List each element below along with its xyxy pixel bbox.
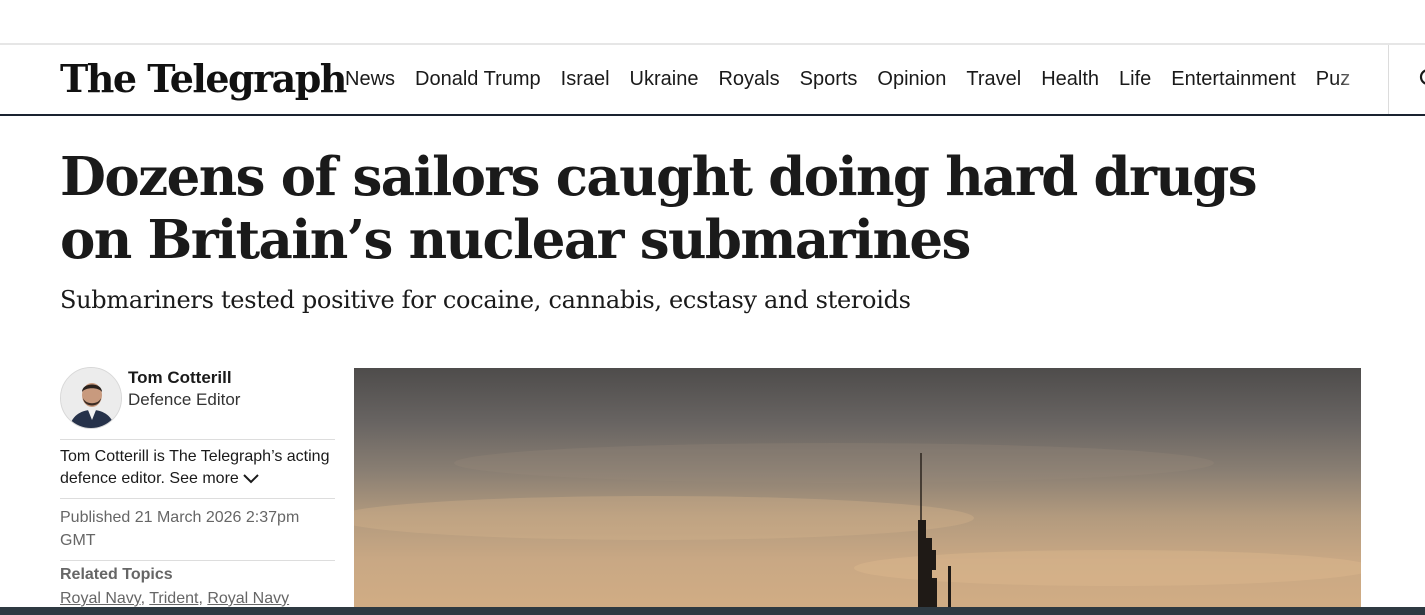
author-name[interactable]: Tom Cotterill bbox=[128, 368, 232, 388]
nav-item-health[interactable]: Health bbox=[1041, 68, 1099, 91]
author-avatar[interactable] bbox=[60, 367, 122, 429]
nav-item-sports[interactable]: Sports bbox=[800, 68, 858, 91]
nav-item-ukraine[interactable]: Ukraine bbox=[630, 68, 699, 91]
nav-items: News Donald Trump Israel Ukraine Royals … bbox=[345, 45, 1370, 114]
related-topic-link[interactable]: Trident bbox=[149, 590, 198, 607]
published-date: Published 21 March 2026 2:37pm GMT bbox=[60, 509, 300, 549]
nav-divider bbox=[1388, 45, 1389, 114]
top-bar bbox=[0, 0, 1425, 45]
main-navigation: The Telegraph News Donald Trump Israel U… bbox=[0, 45, 1425, 116]
search-icon[interactable] bbox=[1416, 67, 1425, 91]
related-topic-link[interactable]: Royal Navy bbox=[60, 590, 141, 607]
related-topics-title: Related Topics bbox=[60, 566, 173, 583]
nav-item-travel[interactable]: Travel bbox=[966, 68, 1021, 91]
nav-item-life[interactable]: Life bbox=[1119, 68, 1151, 91]
author-bio: Tom Cotterill is The Telegraph’s acting … bbox=[60, 446, 335, 490]
telegraph-logo[interactable]: The Telegraph bbox=[60, 55, 347, 103]
nav-item-news[interactable]: News bbox=[345, 68, 395, 91]
divider bbox=[60, 439, 335, 440]
nav-item-israel[interactable]: Israel bbox=[561, 68, 610, 91]
nav-item-donald-trump[interactable]: Donald Trump bbox=[415, 68, 541, 91]
chevron-down-icon bbox=[243, 474, 259, 484]
article-headline: Dozens of sailors caught doing hard drug… bbox=[60, 146, 1258, 271]
author-role: Defence Editor bbox=[128, 390, 241, 409]
nav-item-opinion[interactable]: Opinion bbox=[877, 68, 946, 91]
nav-overflow-fade bbox=[1336, 45, 1388, 114]
see-more-button[interactable]: See more bbox=[169, 470, 259, 487]
see-more-label: See more bbox=[169, 470, 239, 487]
bottom-bar bbox=[0, 607, 1425, 615]
submarine-silhouette bbox=[354, 443, 1361, 615]
divider bbox=[60, 498, 335, 499]
nav-item-entertainment[interactable]: Entertainment bbox=[1171, 68, 1296, 91]
related-topics-list: Royal Navy, Trident, Royal Navy bbox=[60, 590, 290, 607]
related-topic-link[interactable]: Royal Navy bbox=[207, 590, 289, 607]
divider bbox=[60, 560, 335, 561]
nav-item-royals[interactable]: Royals bbox=[718, 68, 779, 91]
article-standfirst: Submariners tested positive for cocaine,… bbox=[60, 286, 911, 314]
hero-image[interactable] bbox=[354, 368, 1361, 615]
